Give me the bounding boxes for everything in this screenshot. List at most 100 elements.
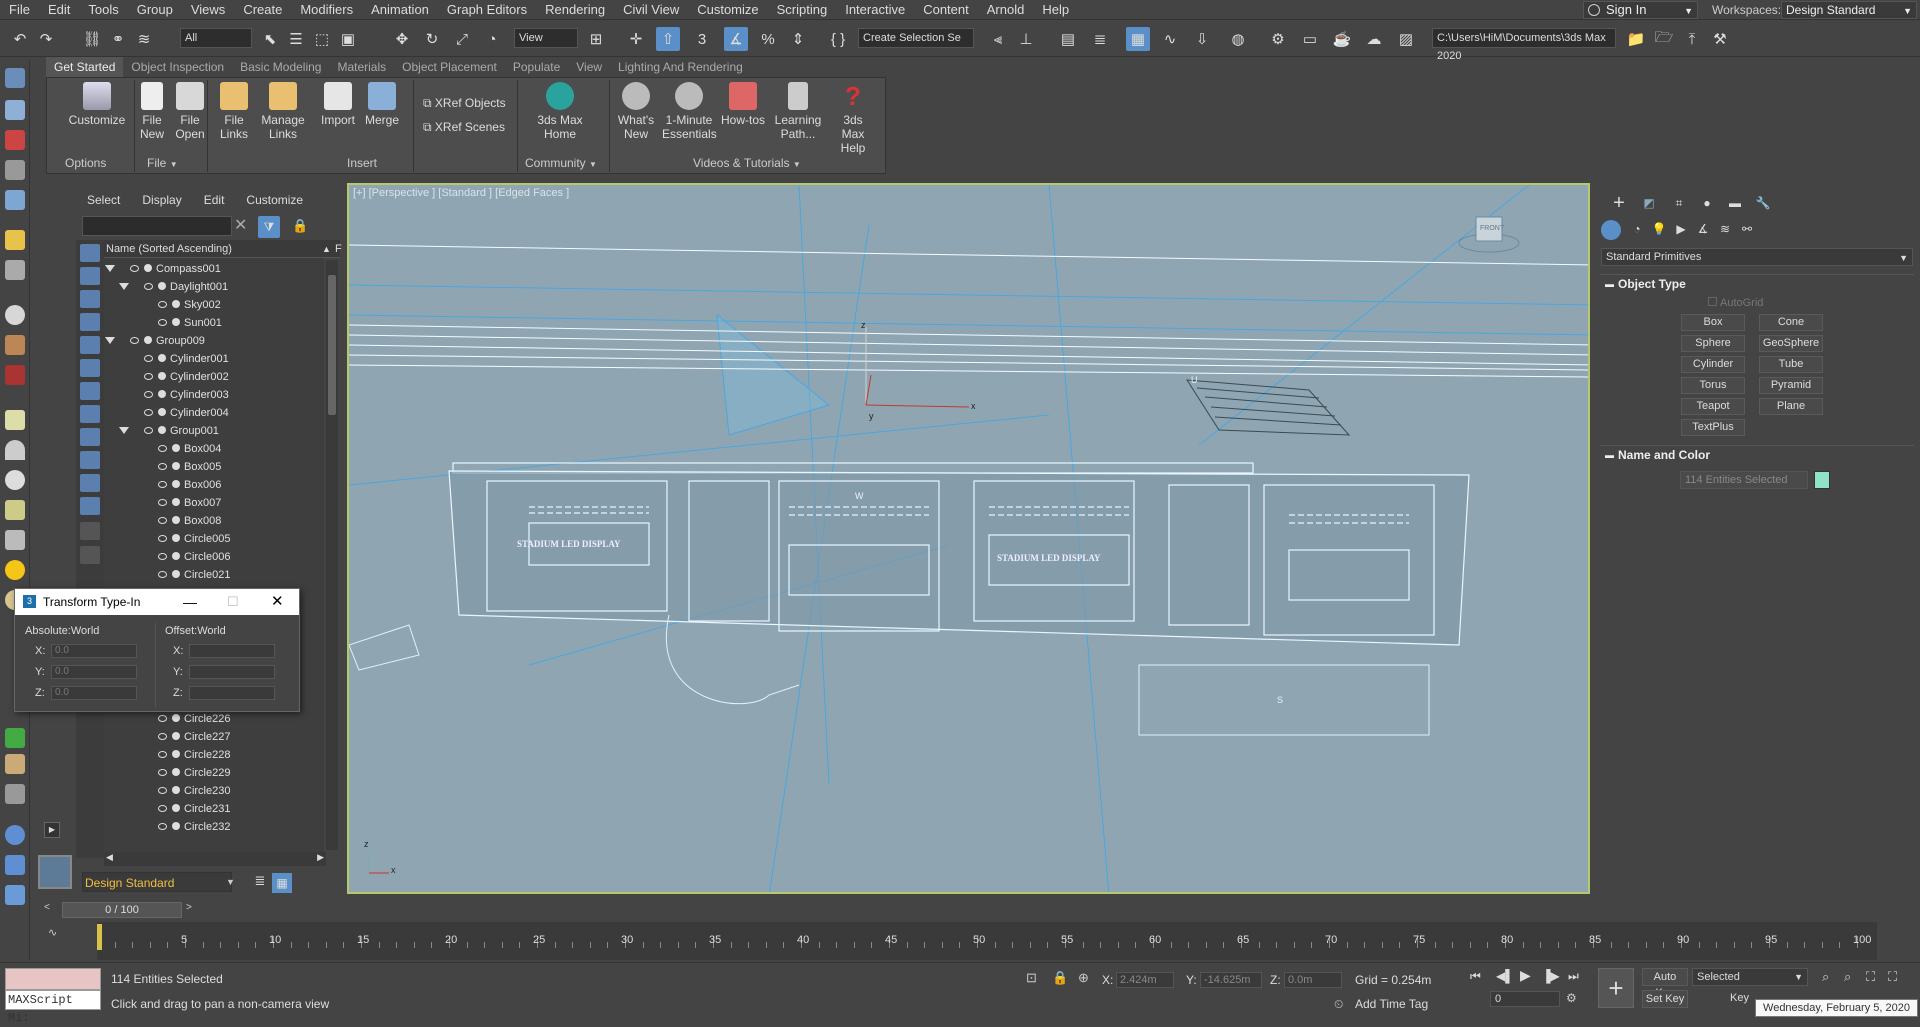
tree-row[interactable]: Box007 — [104, 494, 324, 512]
render-toggle-icon[interactable] — [172, 318, 180, 326]
render-toggle-icon[interactable] — [172, 804, 180, 812]
curve-editor-mini-icon[interactable]: ∿ — [48, 926, 57, 939]
eye-icon[interactable] — [158, 787, 167, 794]
percent-snap-icon[interactable]: % — [756, 27, 780, 51]
eye-icon[interactable] — [144, 391, 153, 398]
render-setup-icon[interactable]: ⚙ — [1266, 27, 1290, 51]
snaps-toggle-icon[interactable]: 3 — [690, 27, 714, 51]
menu-create[interactable]: Create — [234, 0, 291, 20]
zoom-extents-all-icon[interactable]: ⛶ — [1888, 969, 1897, 985]
eye-icon[interactable] — [158, 805, 167, 812]
xref-scenes-button[interactable]: ⧉ XRef Scenes — [423, 120, 505, 135]
display-spacewarps-icon[interactable] — [80, 359, 100, 377]
minimize-icon[interactable]: — — [183, 589, 197, 615]
tree-row[interactable]: Circle021 — [104, 566, 324, 584]
offset-y-field[interactable] — [189, 665, 275, 679]
tree-row[interactable]: Circle229 — [104, 764, 324, 782]
eye-icon[interactable] — [158, 319, 167, 326]
filter-icon[interactable]: ⧩ — [258, 216, 280, 238]
ribbon-tab-object-placement[interactable]: Object Placement — [394, 57, 505, 77]
name-and-color-rollout[interactable]: ▬ Name and Color — [1600, 445, 1914, 463]
link-icon[interactable]: ⛓ — [80, 27, 104, 51]
display-frozen-icon[interactable] — [80, 474, 100, 492]
display-cameras-icon[interactable] — [80, 313, 100, 331]
foliage-icon[interactable] — [5, 728, 25, 748]
object-color-swatch[interactable] — [1814, 471, 1830, 489]
dialog-title-bar[interactable]: 3 Transform Type-In — ☐ ✕ — [15, 589, 299, 615]
eye-icon[interactable] — [144, 427, 153, 434]
cloud-icon[interactable] — [5, 100, 25, 120]
menu-content[interactable]: Content — [914, 0, 978, 20]
menu-graph-editors[interactable]: Graph Editors — [438, 0, 536, 20]
time-slider[interactable]: 0 / 100 — [62, 902, 182, 918]
zoom-extents-icon[interactable]: ⛶ — [1866, 969, 1875, 985]
tree-row[interactable]: Cylinder002 — [104, 368, 324, 386]
dome-icon[interactable] — [5, 440, 25, 460]
ribbon-tab-get-started[interactable]: Get Started — [46, 57, 124, 77]
ribbon-tab-materials[interactable]: Materials — [329, 57, 394, 77]
absolute-mode-icon[interactable]: ⊕ — [1078, 970, 1089, 986]
perspective-viewport[interactable]: [+] [Perspective ] [Standard ] [Edged Fa… — [347, 183, 1590, 894]
render-toggle-icon[interactable] — [172, 444, 180, 452]
tree-row[interactable]: Daylight001 — [104, 278, 324, 296]
motion-tab-icon[interactable]: ● — [1695, 192, 1719, 214]
render-toggle-icon[interactable] — [158, 354, 166, 362]
go-to-start-icon[interactable]: ⏮ — [1470, 969, 1481, 984]
chevron-down-icon[interactable]: ▼ — [226, 877, 235, 887]
shell-icon[interactable] — [5, 784, 25, 804]
tree-row[interactable]: Circle227 — [104, 728, 324, 746]
camera-icon[interactable] — [5, 365, 25, 385]
unlink-icon[interactable]: ⚭ — [106, 27, 130, 51]
ribbon-tab-basic-modeling[interactable]: Basic Modeling — [232, 57, 329, 77]
maxscript-listener[interactable] — [5, 968, 101, 990]
rendered-frame-window-icon[interactable]: ▭ — [1298, 27, 1322, 51]
zoom-all-icon[interactable]: ⌕ — [1844, 969, 1851, 985]
display-helpers-icon[interactable] — [80, 336, 100, 354]
film-icon[interactable] — [5, 335, 25, 355]
max-help-button[interactable]: ? 3ds Max Help — [827, 82, 879, 155]
reference-coordinate-select[interactable]: View — [514, 28, 578, 48]
current-frame-field[interactable]: 0 — [1490, 991, 1560, 1007]
display-all-icon[interactable] — [80, 522, 100, 540]
render-toggle-icon[interactable] — [144, 264, 152, 272]
next-key-icon[interactable]: ▐▶ — [1542, 969, 1560, 983]
render-toggle-icon[interactable] — [172, 516, 180, 524]
tree-row[interactable]: Box005 — [104, 458, 324, 476]
scene-menu-customize[interactable]: Customize — [235, 189, 314, 211]
a360-gallery-icon[interactable]: ▨ — [1394, 27, 1418, 51]
howtos-button[interactable]: How-tos — [719, 82, 767, 127]
lock-icon[interactable]: 🔒 — [292, 218, 308, 234]
display-lights-icon[interactable] — [80, 290, 100, 308]
geosphere-button[interactable]: GeoSphere — [1759, 335, 1823, 352]
hierarchy-tab-icon[interactable]: ⌗ — [1667, 192, 1691, 214]
render-toggle-icon[interactable] — [172, 750, 180, 758]
render-toggle-icon[interactable] — [144, 336, 152, 344]
open-folder-icon[interactable]: 🗁 — [1652, 27, 1676, 51]
offset-x-field[interactable] — [189, 644, 275, 658]
eye-icon[interactable] — [158, 463, 167, 470]
eye-icon[interactable] — [144, 355, 153, 362]
teapot-button[interactable]: Teapot — [1681, 398, 1745, 415]
tree-row[interactable]: Circle005 — [104, 530, 324, 548]
go-to-end-icon[interactable]: ⏭ — [1568, 969, 1579, 984]
angle-snap-icon[interactable]: ∡ — [724, 27, 748, 51]
select-manipulate-icon[interactable]: ✛ — [624, 27, 648, 51]
render-toggle-icon[interactable] — [172, 768, 180, 776]
scale-icon[interactable]: ⤢ — [450, 27, 474, 51]
isolate-icon[interactable]: ⊡ — [1026, 970, 1037, 986]
eye-icon[interactable] — [144, 373, 153, 380]
tube-button[interactable]: Tube — [1759, 356, 1823, 373]
scene-explorer-workspace[interactable]: Design Standard — [82, 872, 232, 892]
ribbon-tab-lighting-and-rendering[interactable]: Lighting And Rendering — [610, 57, 751, 77]
eye-icon[interactable] — [158, 553, 167, 560]
max-home-button[interactable]: 3ds Max Home — [527, 82, 593, 141]
track-bar[interactable]: 5 10 15 20 25 30 35 40 45 50 55 60 65 70 75 80 85 90 95 100 — [97, 922, 1877, 960]
tree-row[interactable]: Circle232 — [104, 818, 324, 836]
menu-animation[interactable]: Animation — [362, 0, 438, 20]
maximize-icon[interactable]: ☐ — [227, 589, 239, 615]
tree-row[interactable]: Sky002 — [104, 296, 324, 314]
learning-path-button[interactable]: Learning Path... — [773, 82, 823, 141]
network-icon[interactable] — [5, 855, 25, 875]
menu-views[interactable]: Views — [182, 0, 234, 20]
move-icon[interactable]: ✥ — [390, 27, 414, 51]
